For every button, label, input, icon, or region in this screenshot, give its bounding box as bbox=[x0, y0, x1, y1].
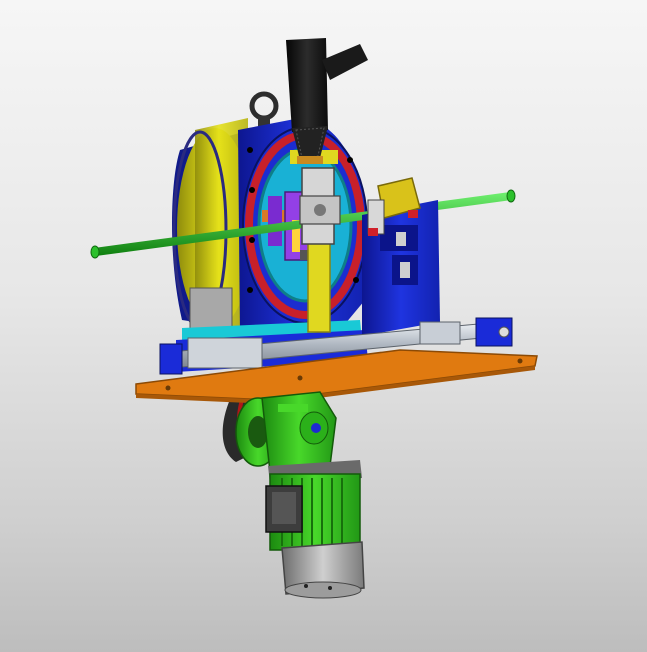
right-support-frame bbox=[362, 177, 440, 336]
cad-viewport[interactable] bbox=[0, 0, 647, 652]
electric-motor bbox=[265, 460, 365, 599]
lifting-eye bbox=[249, 91, 279, 128]
cad-assembly-model[interactable] bbox=[0, 0, 647, 652]
worm-gearbox bbox=[235, 391, 337, 473]
